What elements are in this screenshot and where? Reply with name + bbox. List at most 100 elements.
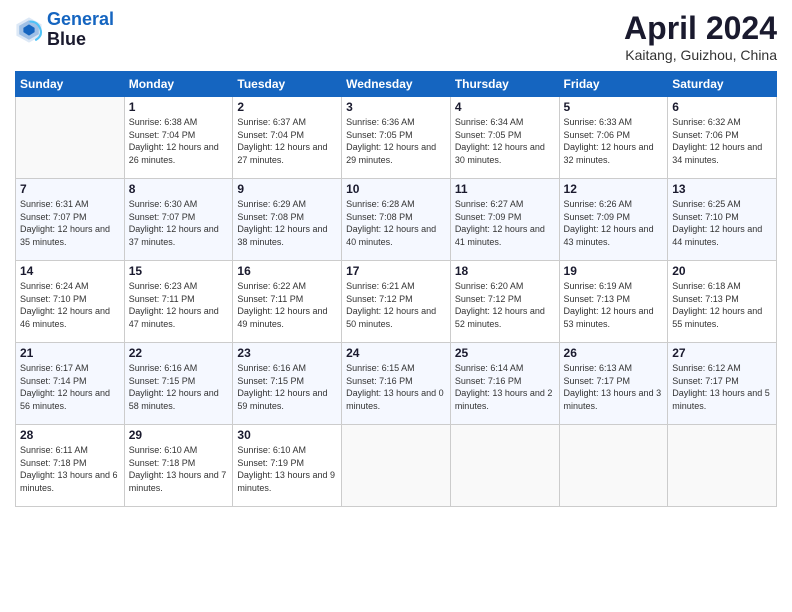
week-row: 7Sunrise: 6:31 AMSunset: 7:07 PMDaylight… xyxy=(16,179,777,261)
day-number: 12 xyxy=(564,182,664,196)
page-header: General Blue April 2024 Kaitang, Guizhou… xyxy=(15,10,777,63)
day-info: Sunrise: 6:33 AMSunset: 7:06 PMDaylight:… xyxy=(564,116,664,166)
day-info: Sunrise: 6:21 AMSunset: 7:12 PMDaylight:… xyxy=(346,280,446,330)
day-number: 17 xyxy=(346,264,446,278)
weekday-header: Saturday xyxy=(668,72,777,97)
day-number: 27 xyxy=(672,346,772,360)
calendar-cell: 19Sunrise: 6:19 AMSunset: 7:13 PMDayligh… xyxy=(559,261,668,343)
day-number: 8 xyxy=(129,182,229,196)
calendar-cell xyxy=(450,425,559,507)
weekday-header: Friday xyxy=(559,72,668,97)
day-number: 23 xyxy=(237,346,337,360)
month-title: April 2024 xyxy=(624,10,777,47)
day-info: Sunrise: 6:29 AMSunset: 7:08 PMDaylight:… xyxy=(237,198,337,248)
day-info: Sunrise: 6:24 AMSunset: 7:10 PMDaylight:… xyxy=(20,280,120,330)
day-info: Sunrise: 6:12 AMSunset: 7:17 PMDaylight:… xyxy=(672,362,772,412)
day-number: 5 xyxy=(564,100,664,114)
day-info: Sunrise: 6:36 AMSunset: 7:05 PMDaylight:… xyxy=(346,116,446,166)
calendar-cell: 2 Sunrise: 6:37 AMSunset: 7:04 PMDaylight… xyxy=(233,97,342,179)
day-info: Sunrise: 6:18 AMSunset: 7:13 PMDaylight:… xyxy=(672,280,772,330)
day-info: Sunrise: 6:13 AMSunset: 7:17 PMDaylight:… xyxy=(564,362,664,412)
day-info: Sunrise: 6:11 AMSunset: 7:18 PMDaylight:… xyxy=(20,444,120,494)
day-info: Sunrise: 6:25 AMSunset: 7:10 PMDaylight:… xyxy=(672,198,772,248)
week-row: 28 Sunrise: 6:11 AMSunset: 7:18 PMDayligh… xyxy=(16,425,777,507)
day-number: 2 xyxy=(237,100,337,114)
calendar-cell: 23 Sunrise: 6:16 AMSunset: 7:15 PMDayligh… xyxy=(233,343,342,425)
calendar-cell: 26Sunrise: 6:13 AMSunset: 7:17 PMDayligh… xyxy=(559,343,668,425)
weekday-header-row: SundayMondayTuesdayWednesdayThursdayFrid… xyxy=(16,72,777,97)
calendar-cell: 8 Sunrise: 6:30 AMSunset: 7:07 PMDaylight… xyxy=(124,179,233,261)
day-number: 29 xyxy=(129,428,229,442)
calendar-cell: 1Sunrise: 6:38 AMSunset: 7:04 PMDaylight… xyxy=(124,97,233,179)
week-row: 14 Sunrise: 6:24 AMSunset: 7:10 PMDayligh… xyxy=(16,261,777,343)
calendar-cell: 18 Sunrise: 6:20 AMSunset: 7:12 PMDayligh… xyxy=(450,261,559,343)
calendar-cell: 12 Sunrise: 6:26 AMSunset: 7:09 PMDayligh… xyxy=(559,179,668,261)
day-number: 15 xyxy=(129,264,229,278)
day-number: 21 xyxy=(20,346,120,360)
day-info: Sunrise: 6:26 AMSunset: 7:09 PMDaylight:… xyxy=(564,198,664,248)
logo-text: General Blue xyxy=(47,10,114,50)
day-number: 7 xyxy=(20,182,120,196)
day-number: 11 xyxy=(455,182,555,196)
day-number: 9 xyxy=(237,182,337,196)
day-info: Sunrise: 6:15 AMSunset: 7:16 PMDaylight:… xyxy=(346,362,446,412)
calendar-cell: 15Sunrise: 6:23 AMSunset: 7:11 PMDayligh… xyxy=(124,261,233,343)
calendar-cell xyxy=(559,425,668,507)
logo: General Blue xyxy=(15,10,114,50)
day-info: Sunrise: 6:32 AMSunset: 7:06 PMDaylight:… xyxy=(672,116,772,166)
day-info: Sunrise: 6:10 AMSunset: 7:19 PMDaylight:… xyxy=(237,444,337,494)
day-number: 30 xyxy=(237,428,337,442)
calendar-cell: 4 Sunrise: 6:34 AMSunset: 7:05 PMDaylight… xyxy=(450,97,559,179)
calendar-cell xyxy=(342,425,451,507)
calendar-cell: 5 Sunrise: 6:33 AMSunset: 7:06 PMDaylight… xyxy=(559,97,668,179)
day-number: 4 xyxy=(455,100,555,114)
day-number: 6 xyxy=(672,100,772,114)
calendar-cell: 10Sunrise: 6:28 AMSunset: 7:08 PMDayligh… xyxy=(342,179,451,261)
day-info: Sunrise: 6:28 AMSunset: 7:08 PMDaylight:… xyxy=(346,198,446,248)
calendar-cell: 3 Sunrise: 6:36 AMSunset: 7:05 PMDaylight… xyxy=(342,97,451,179)
day-number: 20 xyxy=(672,264,772,278)
calendar-cell: 16 Sunrise: 6:22 AMSunset: 7:11 PMDayligh… xyxy=(233,261,342,343)
calendar-cell: 30 Sunrise: 6:10 AMSunset: 7:19 PMDayligh… xyxy=(233,425,342,507)
title-block: April 2024 Kaitang, Guizhou, China xyxy=(624,10,777,63)
day-number: 22 xyxy=(129,346,229,360)
day-info: Sunrise: 6:16 AMSunset: 7:15 PMDaylight:… xyxy=(237,362,337,412)
calendar-cell: 13Sunrise: 6:25 AMSunset: 7:10 PMDayligh… xyxy=(668,179,777,261)
day-info: Sunrise: 6:37 AMSunset: 7:04 PMDaylight:… xyxy=(237,116,337,166)
week-row: 21 Sunrise: 6:17 AMSunset: 7:14 PMDayligh… xyxy=(16,343,777,425)
day-number: 19 xyxy=(564,264,664,278)
day-info: Sunrise: 6:22 AMSunset: 7:11 PMDaylight:… xyxy=(237,280,337,330)
day-info: Sunrise: 6:38 AMSunset: 7:04 PMDaylight:… xyxy=(129,116,229,166)
day-info: Sunrise: 6:34 AMSunset: 7:05 PMDaylight:… xyxy=(455,116,555,166)
weekday-header: Wednesday xyxy=(342,72,451,97)
week-row: 1Sunrise: 6:38 AMSunset: 7:04 PMDaylight… xyxy=(16,97,777,179)
calendar-cell: 27 Sunrise: 6:12 AMSunset: 7:17 PMDayligh… xyxy=(668,343,777,425)
calendar-cell: 28 Sunrise: 6:11 AMSunset: 7:18 PMDayligh… xyxy=(16,425,125,507)
day-info: Sunrise: 6:17 AMSunset: 7:14 PMDaylight:… xyxy=(20,362,120,412)
day-number: 28 xyxy=(20,428,120,442)
calendar-cell xyxy=(668,425,777,507)
calendar-cell: 14 Sunrise: 6:24 AMSunset: 7:10 PMDayligh… xyxy=(16,261,125,343)
day-info: Sunrise: 6:27 AMSunset: 7:09 PMDaylight:… xyxy=(455,198,555,248)
calendar-cell: 22Sunrise: 6:16 AMSunset: 7:15 PMDayligh… xyxy=(124,343,233,425)
calendar-cell: 24 Sunrise: 6:15 AMSunset: 7:16 PMDayligh… xyxy=(342,343,451,425)
calendar-cell: 7Sunrise: 6:31 AMSunset: 7:07 PMDaylight… xyxy=(16,179,125,261)
calendar-cell: 17 Sunrise: 6:21 AMSunset: 7:12 PMDayligh… xyxy=(342,261,451,343)
calendar-cell: 11 Sunrise: 6:27 AMSunset: 7:09 PMDayligh… xyxy=(450,179,559,261)
day-number: 3 xyxy=(346,100,446,114)
day-number: 24 xyxy=(346,346,446,360)
day-info: Sunrise: 6:20 AMSunset: 7:12 PMDaylight:… xyxy=(455,280,555,330)
weekday-header: Sunday xyxy=(16,72,125,97)
day-number: 25 xyxy=(455,346,555,360)
day-number: 18 xyxy=(455,264,555,278)
day-number: 16 xyxy=(237,264,337,278)
calendar-table: SundayMondayTuesdayWednesdayThursdayFrid… xyxy=(15,71,777,507)
day-number: 14 xyxy=(20,264,120,278)
weekday-header: Tuesday xyxy=(233,72,342,97)
page-container: General Blue April 2024 Kaitang, Guizhou… xyxy=(0,0,792,517)
day-info: Sunrise: 6:30 AMSunset: 7:07 PMDaylight:… xyxy=(129,198,229,248)
calendar-cell: 21 Sunrise: 6:17 AMSunset: 7:14 PMDayligh… xyxy=(16,343,125,425)
calendar-cell: 9 Sunrise: 6:29 AMSunset: 7:08 PMDaylight… xyxy=(233,179,342,261)
weekday-header: Thursday xyxy=(450,72,559,97)
day-info: Sunrise: 6:10 AMSunset: 7:18 PMDaylight:… xyxy=(129,444,229,494)
